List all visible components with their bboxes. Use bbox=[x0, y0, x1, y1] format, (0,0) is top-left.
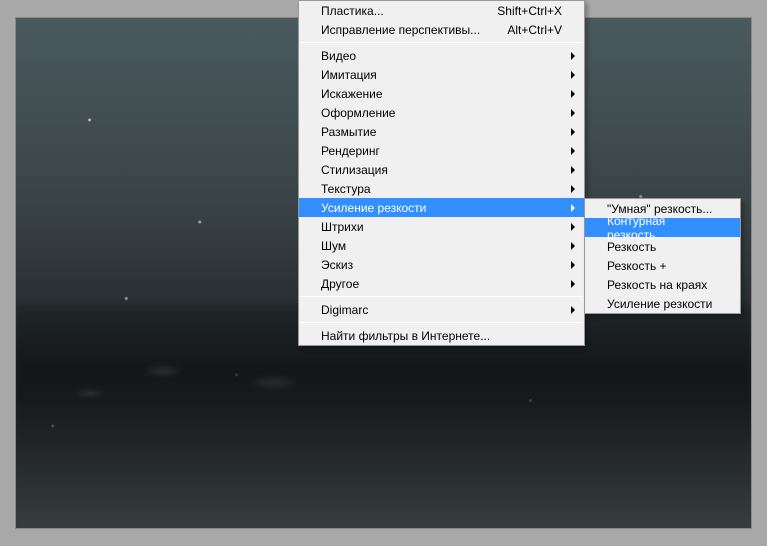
menu-item-other[interactable]: Другое bbox=[299, 274, 584, 293]
menu-item-label: Digimarc bbox=[321, 303, 368, 317]
menu-item-label: Пластика... bbox=[321, 4, 384, 18]
menu-item-sharpen[interactable]: Усиление резкости bbox=[299, 198, 584, 217]
menu-item-label: Резкость на краях bbox=[607, 278, 707, 292]
menu-item-shortcut: Alt+Ctrl+V bbox=[491, 23, 562, 37]
menu-item-digimarc[interactable]: Digimarc bbox=[299, 300, 584, 319]
menu-item-texture[interactable]: Текстура bbox=[299, 179, 584, 198]
menu-item-label: Найти фильтры в Интернете... bbox=[321, 329, 490, 343]
submenu-item-sharpen-enhance[interactable]: Усиление резкости bbox=[585, 294, 740, 313]
menu-item-label: Резкость + bbox=[607, 259, 667, 273]
menu-item-label: Резкость bbox=[607, 240, 656, 254]
menu-item-label: Шум bbox=[321, 239, 346, 253]
submenu-item-sharpen[interactable]: Резкость bbox=[585, 237, 740, 256]
menu-item-label: Усиление резкости bbox=[607, 297, 712, 311]
menu-item-noise[interactable]: Шум bbox=[299, 236, 584, 255]
menu-item-plastika[interactable]: Пластика... Shift+Ctrl+X bbox=[299, 1, 584, 20]
menu-separator bbox=[300, 296, 583, 297]
submenu-item-unsharp-mask[interactable]: Контурная резкость... bbox=[585, 218, 740, 237]
menu-item-shortcut: Shift+Ctrl+X bbox=[481, 4, 562, 18]
menu-item-label: Рендеринг bbox=[321, 144, 380, 158]
menu-item-perspective[interactable]: Исправление перспективы... Alt+Ctrl+V bbox=[299, 20, 584, 39]
menu-item-label: Видео bbox=[321, 49, 356, 63]
menu-item-label: Оформление bbox=[321, 106, 395, 120]
filter-menu: Пластика... Shift+Ctrl+X Исправление пер… bbox=[298, 0, 585, 346]
menu-item-stylize[interactable]: Стилизация bbox=[299, 160, 584, 179]
menu-item-label: Текстура bbox=[321, 182, 371, 196]
menu-item-distort[interactable]: Искажение bbox=[299, 84, 584, 103]
menu-item-label: Имитация bbox=[321, 68, 377, 82]
menu-item-label: Искажение bbox=[321, 87, 383, 101]
menu-item-artistic[interactable]: Имитация bbox=[299, 65, 584, 84]
menu-item-label: Эскиз bbox=[321, 258, 353, 272]
menu-item-sketch[interactable]: Эскиз bbox=[299, 255, 584, 274]
menu-item-label: Стилизация bbox=[321, 163, 388, 177]
menu-item-label: Усиление резкости bbox=[321, 201, 426, 215]
menu-item-video[interactable]: Видео bbox=[299, 46, 584, 65]
menu-separator bbox=[300, 322, 583, 323]
menu-separator bbox=[300, 42, 583, 43]
menu-item-browse-filters[interactable]: Найти фильтры в Интернете... bbox=[299, 326, 584, 345]
menu-item-pixelate[interactable]: Оформление bbox=[299, 103, 584, 122]
submenu-item-sharpen-edges[interactable]: Резкость на краях bbox=[585, 275, 740, 294]
sharpen-submenu: "Умная" резкость... Контурная резкость..… bbox=[584, 198, 741, 314]
menu-item-render[interactable]: Рендеринг bbox=[299, 141, 584, 160]
menu-item-label: Другое bbox=[321, 277, 359, 291]
menu-item-strokes[interactable]: Штрихи bbox=[299, 217, 584, 236]
menu-item-label: Исправление перспективы... bbox=[321, 23, 480, 37]
submenu-item-sharpen-more[interactable]: Резкость + bbox=[585, 256, 740, 275]
menu-item-blur[interactable]: Размытие bbox=[299, 122, 584, 141]
menu-item-label: Штрихи bbox=[321, 220, 364, 234]
menu-item-label: Размытие bbox=[321, 125, 376, 139]
